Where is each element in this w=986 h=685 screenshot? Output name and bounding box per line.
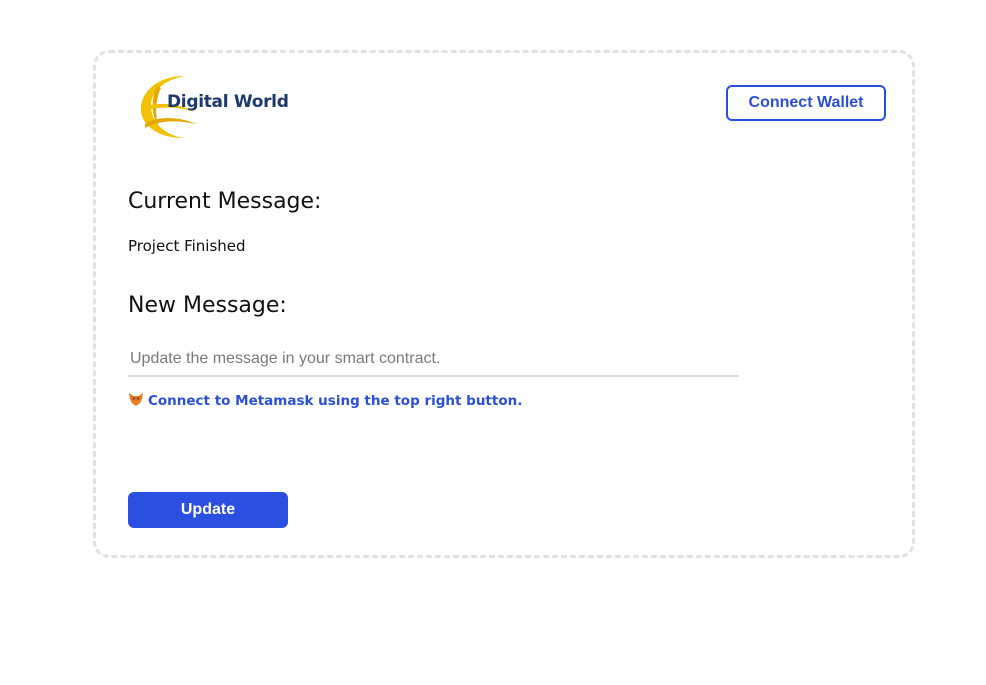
new-message-input[interactable]: [128, 342, 739, 377]
logo-text: Digital World: [167, 92, 289, 112]
digital-world-logo: Digital World: [137, 72, 289, 140]
current-message-heading: Current Message:: [128, 189, 322, 214]
new-message-heading: New Message:: [128, 293, 287, 318]
update-button[interactable]: Update: [128, 492, 288, 528]
status-message: Connect to Metamask using the top right …: [128, 391, 522, 411]
connect-wallet-button[interactable]: Connect Wallet: [726, 85, 886, 121]
current-message-value: Project Finished: [128, 237, 246, 255]
fox-icon: [128, 391, 144, 411]
status-text: Connect to Metamask using the top right …: [148, 393, 523, 409]
